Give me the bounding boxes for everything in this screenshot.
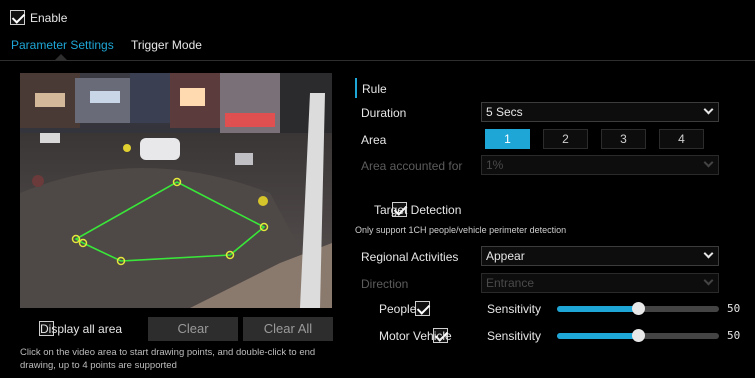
people-slider-fill [557,306,638,312]
enable-checkbox[interactable] [10,10,25,25]
clear-button[interactable]: Clear [148,317,238,341]
duration-select[interactable]: 5 Secs [481,102,719,122]
chevron-down-icon [703,157,714,168]
camera-scene [20,73,332,308]
people-checkbox[interactable] [415,301,431,316]
motor-vehicle-sensitivity-value: 50 [727,329,741,342]
motor-vehicle-label: Motor Vehicle [379,329,452,343]
enable-label: Enable [30,11,68,25]
rule-heading-accent [355,78,357,98]
motor-vehicle-sensitivity-label: Sensitivity [487,329,542,343]
people-sensitivity-label: Sensitivity [487,302,542,316]
area-button-2[interactable]: 2 [543,129,588,149]
area-accounted-value: 1% [486,158,504,172]
area-button-3[interactable]: 3 [601,129,646,149]
motor-vehicle-sensitivity-slider[interactable] [557,329,719,342]
people-slider-knob[interactable] [632,302,645,315]
video-drawing-area[interactable] [20,73,332,308]
tab-trigger-mode[interactable]: Trigger Mode [131,38,202,52]
motor-vehicle-slider-knob[interactable] [632,329,645,342]
drawing-hint-line2: drawing, up to 4 points are supported [20,360,177,371]
area-button-4[interactable]: 4 [659,129,704,149]
duration-value: 5 Secs [486,105,523,119]
regional-activities-value: Appear [486,249,525,263]
regional-activities-select[interactable]: Appear [481,246,719,266]
tab-divider [0,60,755,61]
duration-label: Duration [361,106,407,120]
area-accounted-label: Area accounted for [361,159,463,173]
active-tab-caret [55,54,67,60]
people-sensitivity-slider[interactable] [557,302,719,315]
target-detection-note: Only support 1CH people/vehicle perimete… [355,225,567,235]
direction-value: Entrance [486,276,535,290]
motor-vehicle-slider-fill [557,333,638,339]
chevron-down-icon [703,248,714,259]
direction-label: Direction [361,277,409,291]
area-label: Area [361,133,387,147]
chevron-down-icon [703,275,714,286]
target-detection-label: Target Detection [374,203,462,217]
tab-parameter-settings[interactable]: Parameter Settings [11,38,114,52]
people-sensitivity-value: 50 [727,302,741,315]
rule-heading: Rule [362,82,387,96]
area-accounted-select: 1% [481,155,719,175]
chevron-down-icon [703,104,714,115]
area-button-1[interactable]: 1 [485,129,530,149]
drawing-hint-line1: Click on the video area to start drawing… [20,347,316,358]
clear-all-button[interactable]: Clear All [243,317,333,341]
drawing-hint: Click on the video area to start drawing… [20,346,315,372]
direction-select: Entrance [481,273,719,293]
regional-activities-label: Regional Activities [361,250,459,264]
display-all-area-label: Display all area [40,322,123,336]
people-label: People [379,302,417,316]
